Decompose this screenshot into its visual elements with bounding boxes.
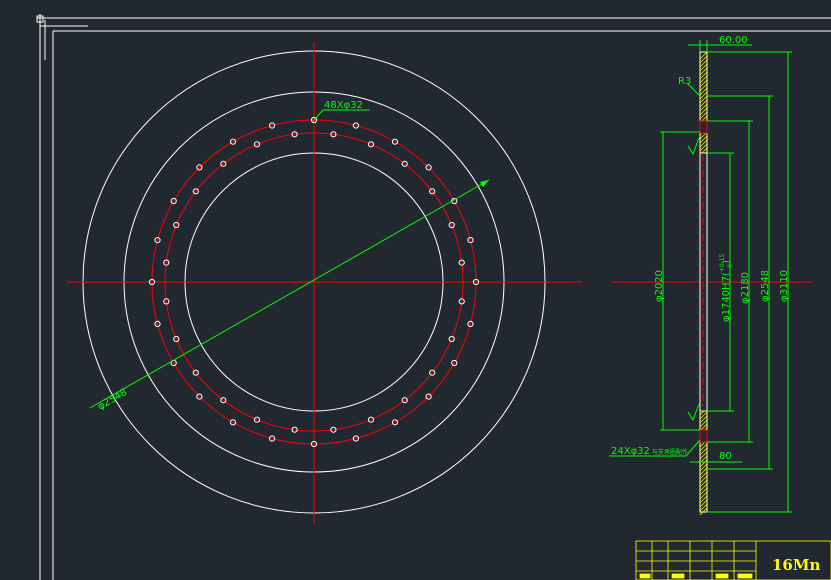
dim-2020-label: φ2020	[654, 270, 665, 302]
tb-fill-4	[737, 573, 753, 579]
front-view: φ2548 48Xφ32	[67, 42, 582, 524]
hatch-line	[699, 447, 708, 456]
hatch-line	[699, 99, 708, 108]
hatch-line	[699, 111, 708, 120]
hatch-line	[699, 95, 708, 104]
hatch-line	[699, 419, 708, 428]
cad-drawing-canvas: φ2548 48Xφ32 60.00 R3 φ2020 φ1740H7(+0.1…	[36, 14, 831, 580]
hatch-line	[699, 59, 708, 68]
diameter-arrow	[480, 180, 489, 187]
section-hole-leader	[685, 439, 701, 457]
thickness-label: 60.00	[719, 35, 748, 46]
hatch-line	[699, 463, 708, 472]
tb-fill-3	[715, 573, 729, 579]
hatch-line	[699, 503, 708, 512]
upper-bolt-hole	[699, 120, 708, 134]
hatch-line	[699, 415, 708, 424]
hatch-line	[699, 139, 708, 148]
hatch-line	[699, 55, 708, 64]
dim-2180-label: φ2180	[740, 272, 751, 304]
hatch-line	[699, 83, 708, 92]
hatch-line	[699, 75, 708, 84]
hole-callout: 48Xφ32	[312, 100, 370, 122]
hatch-line	[699, 479, 708, 488]
material-label: 16Mn	[772, 556, 820, 574]
hatch-line	[699, 67, 708, 76]
dim-2548-label: φ2548	[760, 270, 771, 302]
hatch-line	[699, 495, 708, 504]
hatch-line	[699, 483, 708, 492]
hatch-line	[699, 499, 708, 508]
radius-label: R3	[678, 76, 691, 87]
tb-fill-1	[639, 573, 651, 579]
hole-callout-label: 48Xφ32	[324, 100, 363, 111]
hatch-line	[699, 443, 708, 452]
hatch-line	[699, 51, 708, 60]
diameter-label: φ2548	[96, 387, 129, 413]
tb-fill-2	[671, 573, 685, 579]
hatch-line	[699, 63, 708, 72]
hatch-line	[699, 87, 708, 96]
hatch-line	[699, 103, 708, 112]
sheet-frame	[36, 14, 831, 580]
hatch-line	[699, 107, 708, 116]
hatch-line	[699, 451, 708, 460]
roughness-mark-upper	[687, 137, 700, 156]
hatch-line	[699, 135, 708, 144]
hatch-line	[699, 459, 708, 468]
diameter-dimension-line	[89, 179, 490, 409]
hatch-line	[699, 487, 708, 496]
lower-bolt-hole	[699, 429, 708, 443]
dim-1740-label: φ1740H7(+0.150)	[719, 254, 734, 322]
hatch-line	[699, 79, 708, 88]
hatch-line	[699, 411, 708, 420]
hatch-line	[699, 475, 708, 484]
hatch-line	[699, 91, 708, 100]
hatch-line	[699, 471, 708, 480]
hatch-line	[699, 143, 708, 152]
hatch-line	[699, 491, 708, 500]
dim-3110-label: φ3110	[779, 270, 790, 302]
section-hole-callout: 24Xφ32 与支承圈配作	[611, 446, 688, 457]
roughness-mark-lower	[687, 403, 700, 422]
hatch-line	[699, 467, 708, 476]
step-label: 80	[719, 451, 732, 462]
title-block: 16Mn	[635, 540, 831, 580]
section-view: 60.00 R3 φ2020 φ1740H7(+0.150) φ2180 φ25…	[609, 35, 812, 516]
hatch-line	[699, 71, 708, 80]
